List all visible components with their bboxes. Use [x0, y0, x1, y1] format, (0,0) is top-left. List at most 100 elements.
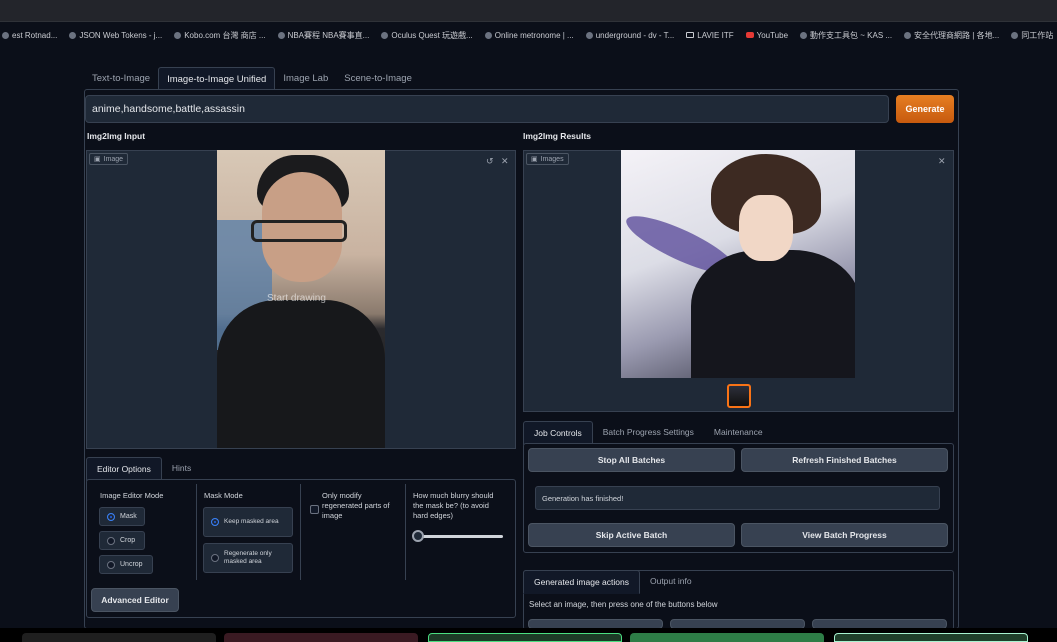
radio-dot [107, 536, 115, 545]
generate-button[interactable]: Generate [896, 95, 954, 123]
close-icon[interactable]: ✕ [501, 156, 509, 167]
tab-generated-image-actions[interactable]: Generated image actions [523, 570, 640, 594]
refresh-finished-batches-button[interactable]: Refresh Finished Batches [741, 448, 948, 472]
tab-scene-to-image[interactable]: Scene-to-Image [336, 67, 420, 90]
mask-mode-label: Mask Mode [204, 491, 243, 500]
bookmark-label: 安全代理商網路 | 各地... [914, 30, 1000, 40]
bookmark-item[interactable]: Online metronome | ... [484, 31, 574, 40]
results-section-title: Img2Img Results [523, 131, 592, 141]
bookmark-item[interactable]: LAVIE ITF [686, 30, 734, 40]
radio-dot [107, 560, 115, 569]
blur-label: How much blurry should the mask be? (to … [413, 491, 494, 520]
radio-dot [211, 518, 219, 526]
tab-text-to-image[interactable]: Text-to-Image [84, 67, 158, 90]
images-tag-label: Images [540, 155, 564, 163]
mode-mask-label: Mask [120, 513, 137, 520]
bookmark-label: Kobo.com 台灣 商店 ... [184, 30, 266, 40]
only-modify-checkbox[interactable] [310, 505, 319, 514]
tab-image-lab[interactable]: Image Lab [275, 67, 336, 90]
blur-slider-knob[interactable] [412, 530, 424, 542]
tab-image-to-image-unified[interactable]: Image-to-Image Unified [158, 67, 276, 90]
bookmark-label: YouTube [756, 30, 789, 40]
bookmark-item[interactable]: Oculus Quest 玩遊戲... [381, 30, 473, 41]
bookmark-label: Oculus Quest 玩遊戲... [391, 30, 473, 40]
bookmark-label: underground - dv - T... [595, 30, 675, 40]
input-section-title: Img2Img Input [87, 131, 146, 141]
canvas-hint: Start drawing [267, 293, 326, 304]
radio-dot [211, 554, 219, 562]
generated-hint: Select an image, then press one of the b… [529, 600, 718, 609]
youtube-icon [745, 32, 754, 38]
taskbar-item[interactable] [630, 633, 824, 642]
mode-crop-label: Crop [120, 537, 136, 544]
bookmark-item[interactable]: 安全代理商網路 | 各地... [904, 30, 999, 41]
divider [300, 484, 301, 580]
tab-hints[interactable]: Hints [162, 457, 201, 481]
globe-icon [2, 31, 9, 39]
mode-crop-radio[interactable]: Crop [99, 531, 145, 550]
view-batch-progress-button[interactable]: View Batch Progress [741, 523, 948, 547]
globe-icon [484, 31, 492, 39]
editor-tabs: Editor Options Hints [86, 457, 201, 481]
blur-slider-track[interactable] [414, 535, 503, 538]
divider [196, 484, 197, 580]
taskbar-item[interactable] [224, 633, 418, 642]
mask-keep-radio[interactable]: Keep masked area [203, 507, 293, 537]
stop-all-batches-button[interactable]: Stop All Batches [528, 448, 735, 472]
image-editor-mode-label: Image Editor Mode [100, 491, 164, 500]
tab-maintenance[interactable]: Maintenance [704, 421, 773, 445]
bookmark-label: LAVIE ITF [697, 30, 734, 40]
close-icon[interactable]: ✕ [938, 156, 946, 167]
tab-output-info[interactable]: Output info [640, 570, 702, 594]
bookmark-item[interactable]: underground - dv - T... [585, 30, 675, 40]
bookmark-label: 動作支工具包 ~ KAS ... [810, 30, 893, 40]
radio-dot [107, 512, 115, 521]
bookmark-item[interactable]: YouTube [745, 30, 789, 40]
generated-tabs: Generated image actions Output info [523, 570, 702, 594]
globe-icon [1011, 31, 1019, 39]
result-thumbnail[interactable] [727, 384, 751, 408]
globe-icon [904, 31, 912, 39]
image-icon: ▣ [94, 156, 101, 163]
bookmark-item[interactable]: 同工作站 [1011, 30, 1053, 41]
bookmark-label: JSON Web Tokens - j... [79, 30, 163, 40]
result-image[interactable] [621, 150, 855, 378]
bookmark-label: NBA賽程 NBA賽事直... [287, 30, 370, 40]
only-modify-label: Only modify regenerated parts of image [322, 491, 390, 520]
main-tabs: Text-to-Image Image-to-Image Unified Ima… [84, 67, 420, 90]
job-tabs: Job Controls Batch Progress Settings Mai… [523, 421, 773, 445]
browser-tab-strip [0, 0, 1057, 22]
mask-keep-label: Keep masked area [224, 518, 279, 525]
undo-icon[interactable]: ↺ [486, 156, 494, 167]
globe-icon [585, 31, 593, 39]
taskbar-item[interactable] [834, 633, 1028, 642]
tab-job-controls[interactable]: Job Controls [523, 421, 593, 445]
mode-uncrop-label: Uncrop [120, 561, 143, 568]
mask-regenerate-label: Regenerate only masked area [224, 550, 272, 565]
taskbar-item[interactable] [22, 633, 216, 642]
tab-editor-options[interactable]: Editor Options [86, 457, 162, 481]
status-textbox[interactable]: Generation has finished! [535, 486, 940, 510]
bookmark-item[interactable]: JSON Web Tokens - j... [69, 31, 162, 40]
bookmark-item[interactable]: Kobo.com 台灣 商店 ... [174, 30, 266, 41]
image-tag: ▣ Image [89, 153, 129, 165]
divider [405, 484, 406, 580]
image-tag-label: Image [103, 155, 124, 163]
taskbar-item[interactable] [428, 633, 622, 642]
bookmark-item[interactable]: NBA賽程 NBA賽事直... [277, 30, 370, 41]
tab-batch-progress-settings[interactable]: Batch Progress Settings [593, 421, 704, 445]
bookmark-label: est Rotnad... [12, 30, 58, 40]
mode-mask-radio[interactable]: Mask [99, 507, 145, 526]
globe-icon [800, 31, 808, 39]
skip-active-batch-button[interactable]: Skip Active Batch [528, 523, 735, 547]
bookmark-item[interactable]: 動作支工具包 ~ KAS ... [800, 30, 892, 41]
globe-icon [277, 31, 285, 39]
advanced-editor-button[interactable]: Advanced Editor [91, 588, 179, 612]
images-tag: ▣ Images [526, 153, 569, 165]
bookmarks-bar: est Rotnad... JSON Web Tokens - j... Kobo.… [0, 26, 1057, 44]
bookmark-item[interactable]: est Rotnad... [2, 31, 57, 40]
mask-regenerate-radio[interactable]: Regenerate only masked area [203, 543, 293, 573]
globe-icon [174, 31, 182, 39]
prompt-input[interactable]: anime,handsome,battle,assassin [85, 95, 889, 123]
mode-uncrop-radio[interactable]: Uncrop [99, 555, 153, 574]
